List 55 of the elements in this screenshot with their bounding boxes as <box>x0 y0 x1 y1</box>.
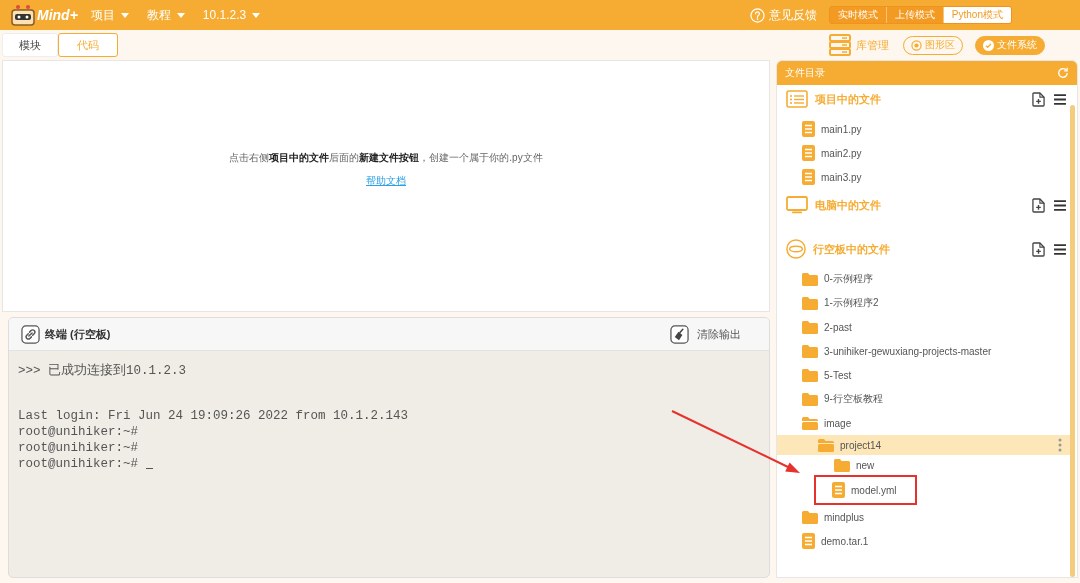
hint-text: 点击右侧项目中的文件后面的新建文件按钮，创建一个属于你的.py文件 <box>229 151 543 165</box>
menu-icon[interactable] <box>1054 93 1066 105</box>
new-file-icon[interactable] <box>1032 241 1045 257</box>
terminal-title: 终端 (行空板) <box>45 326 111 342</box>
menu-icon[interactable] <box>1054 243 1066 255</box>
folder-item[interactable]: 3-unihiker-gewuxiang-projects-master <box>800 342 998 360</box>
file-icon <box>802 533 815 549</box>
radio-icon <box>911 39 922 51</box>
new-file-icon[interactable] <box>1032 91 1045 107</box>
server-icon <box>828 33 852 57</box>
board-icon <box>786 239 806 259</box>
terminal-line: root@unihiker:~# <box>18 456 139 472</box>
terminal-line: root@unihiker:~# <box>18 440 139 456</box>
folder-item[interactable]: 5-Test <box>800 366 858 384</box>
file-item[interactable]: demo.tar.1 <box>800 531 875 551</box>
caret-icon <box>120 12 129 18</box>
clear-output-button[interactable]: 清除输出 <box>670 324 741 344</box>
robot-icon <box>10 4 36 26</box>
check-circle-icon <box>983 39 994 51</box>
file-icon <box>802 169 815 185</box>
terminal-line: >>> 已成功连接到10.1.2.3 <box>18 363 186 379</box>
link-icon <box>21 324 40 344</box>
section-title: 电脑中的文件 <box>815 197 881 213</box>
folder-item[interactable]: image <box>800 414 858 432</box>
folder-item[interactable]: new <box>832 456 881 474</box>
folder-item[interactable]: 2-past <box>800 318 858 336</box>
section-title: 项目中的文件 <box>815 91 881 107</box>
terminal-line: root@unihiker:~# <box>18 424 139 440</box>
scrollbar-thumb[interactable] <box>1070 105 1075 577</box>
help-icon <box>749 7 765 23</box>
terminal-line: Last login: Fri Jun 24 19:09:26 2022 from 10.1.2.143 <box>18 408 409 424</box>
new-file-icon[interactable] <box>1032 197 1045 213</box>
code-editor[interactable]: 点击右侧项目中的文件后面的新建文件按钮，创建一个属于你的.py文件 帮助文档 <box>2 60 770 312</box>
tab[interactable]: 模块 <box>2 33 58 57</box>
file-item[interactable]: main1.py <box>800 119 868 139</box>
broom-icon <box>670 324 689 344</box>
monitor-icon <box>786 196 808 214</box>
section-title: 行空板中的文件 <box>813 241 890 257</box>
list-icon <box>786 90 808 108</box>
file-icon <box>802 145 815 161</box>
file-item[interactable]: main3.py <box>800 167 868 187</box>
file-icon <box>802 121 815 137</box>
folder-item[interactable]: mindplus <box>800 508 871 526</box>
folder-item[interactable]: 1-示例程序2 <box>800 294 885 312</box>
caret-icon <box>252 12 261 18</box>
folder-item[interactable]: project14 <box>816 436 888 454</box>
folder-item[interactable]: 0-示例程序 <box>800 270 879 288</box>
file-item[interactable]: main2.py <box>800 143 868 163</box>
folder-item[interactable]: 9-行空板教程 <box>800 390 889 408</box>
menu-icon[interactable] <box>1054 199 1066 211</box>
file-item[interactable]: model.yml <box>814 475 917 505</box>
file-icon <box>832 482 845 498</box>
caret-icon <box>176 12 185 18</box>
panel-title: 文件目录 <box>785 66 825 80</box>
logo-text: Mind+ <box>37 7 78 23</box>
